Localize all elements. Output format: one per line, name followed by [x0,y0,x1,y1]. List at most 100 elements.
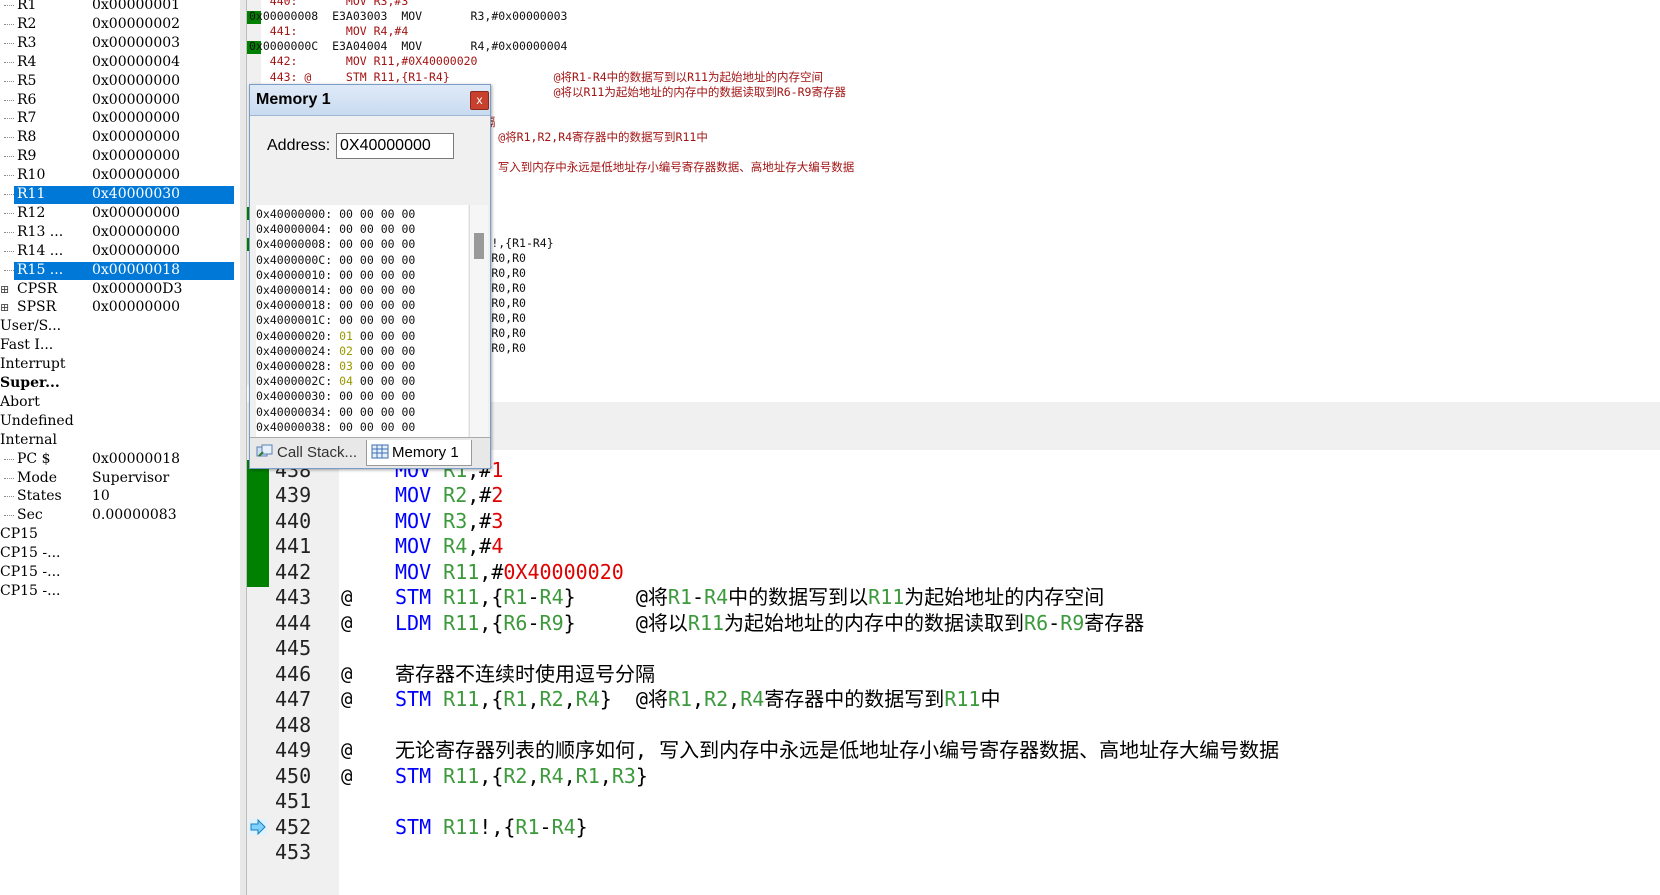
register-row[interactable]: R14 ... 0x00000000 [0,242,235,261]
memory-byte[interactable]: 00 [360,268,374,282]
memory-byte[interactable]: 00 [339,207,353,221]
register-row[interactable]: ⊞ SPSR 0x00000000 [0,298,235,317]
memory-byte[interactable]: 00 [381,344,395,358]
memory-byte[interactable]: 00 [381,420,395,434]
address-input[interactable]: 0X40000000 [336,133,454,159]
memory-byte[interactable]: 00 [339,283,353,297]
memory-byte[interactable]: 00 [402,253,416,267]
expand-icon[interactable]: ⊞ [0,280,9,299]
register-value[interactable]: 0x00000000 [92,128,180,147]
register-value[interactable]: 0x00000000 [92,204,180,223]
memory-byte[interactable]: 00 [360,329,374,343]
memory-byte[interactable]: 00 [339,405,353,419]
register-row[interactable]: R1 0x00000001 [0,0,235,15]
memory-byte[interactable]: 00 [360,313,374,327]
source-editor[interactable]: 4374384394404414424434444454464474484494… [247,450,1660,895]
memory-byte[interactable]: 00 [402,389,416,403]
memory-byte[interactable]: 00 [360,405,374,419]
memory-byte[interactable]: 00 [339,237,353,251]
memory-byte[interactable]: 00 [360,283,374,297]
code-line[interactable]: MOV R3,#3 [395,508,503,535]
memory-byte[interactable]: 00 [402,344,416,358]
code-line[interactable]: 寄存器不连续时使用逗号分隔 [395,661,655,688]
internal-row[interactable]: Sec 0.00000083 [0,506,235,525]
register-row[interactable]: R8 0x00000000 [0,128,235,147]
register-row[interactable]: ⊞ CPSR 0x000000D3 [0,280,235,299]
memory-byte[interactable]: 00 [381,283,395,297]
memory-byte[interactable]: 00 [402,313,416,327]
memory-byte[interactable]: 00 [402,374,416,388]
disassembly-line[interactable]: 442: MOV R11,#0X40000020 [249,54,478,70]
register-value[interactable]: 0x00000000 [92,242,180,261]
register-row[interactable]: R12 0x00000000 [0,204,235,223]
register-value[interactable]: 0x00000000 [92,91,180,110]
memory-byte[interactable]: 00 [402,237,416,251]
memory-window-titlebar[interactable]: Memory 1 x [250,85,490,116]
memory-byte[interactable]: 00 [381,374,395,388]
panel-splitter[interactable] [240,0,247,895]
memory-scroll-thumb[interactable] [474,233,484,259]
memory-byte[interactable]: 00 [339,420,353,434]
memory-byte[interactable]: 00 [381,329,395,343]
register-value[interactable]: 0x00000000 [92,147,180,166]
memory-byte[interactable]: 00 [339,268,353,282]
code-line[interactable]: STM R11,{R1-R4} @将R1-R4中的数据写到以R11为起始地址的内… [395,584,1104,611]
memory-row[interactable]: 0x4000002C: 04 00 00 00 [256,374,468,390]
register-row[interactable]: R7 0x00000000 [0,109,235,128]
disassembly-line[interactable]: 0x00000008 E3A03003 MOV R3,#0x00000003 [249,9,568,25]
register-value[interactable]: 0x00000000 [92,298,180,317]
memory-row[interactable]: 0x40000004: 00 00 00 00 [256,222,468,238]
internal-row[interactable]: States 10 [0,487,235,506]
memory-row[interactable]: 0x40000028: 03 00 00 00 [256,359,468,375]
internal-row[interactable]: PC $ 0x00000018 [0,450,235,469]
internal-row[interactable]: Mode Supervisor [0,469,235,488]
register-value[interactable]: 0x00000000 [92,223,180,242]
memory-byte[interactable]: 00 [339,389,353,403]
register-row[interactable]: R13 ... 0x00000000 [0,223,235,242]
disassembly-line[interactable]: 443: @ STM R11,{R1-R4} @将R1-R4中的数据写到以R11… [249,70,823,86]
memory-byte[interactable]: 00 [402,298,416,312]
memory-byte[interactable]: 00 [360,298,374,312]
register-row[interactable]: R15 ... 0x00000018 [0,261,235,280]
memory-byte[interactable]: 00 [360,344,374,358]
mode-group[interactable]: Super... [0,374,60,393]
memory-byte[interactable]: 02 [339,344,353,358]
memory-byte[interactable]: 00 [360,374,374,388]
memory-row[interactable]: 0x40000024: 02 00 00 00 [256,344,468,360]
memory-byte[interactable]: 03 [339,359,353,373]
cp15-group[interactable]: CP15 -... [0,544,60,563]
memory-row[interactable]: 0x4000000C: 00 00 00 00 [256,253,468,269]
memory-byte[interactable]: 00 [402,283,416,297]
memory-byte[interactable]: 00 [381,207,395,221]
memory-byte[interactable]: 00 [360,420,374,434]
memory-byte[interactable]: 00 [381,389,395,403]
memory-byte[interactable]: 00 [402,359,416,373]
memory-byte[interactable]: 00 [381,222,395,236]
register-value[interactable]: 0x00000018 [92,261,180,280]
memory-byte[interactable]: 00 [381,237,395,251]
disassembly-line[interactable]: 441: MOV R4,#4 [249,24,408,40]
memory-row[interactable]: 0x40000020: 01 00 00 00 [256,329,468,345]
memory-vscrollbar[interactable] [469,205,488,437]
memory-byte[interactable]: 00 [402,405,416,419]
memory-byte[interactable]: 00 [381,253,395,267]
register-row[interactable]: R2 0x00000002 [0,15,235,34]
mode-group[interactable]: Interrupt [0,355,65,374]
disassembly-line[interactable]: 0x0000000C E3A04004 MOV R4,#0x00000004 [249,39,568,55]
mode-group[interactable]: Abort [0,393,40,412]
memory-byte[interactable]: 00 [381,298,395,312]
memory-row[interactable]: 0x40000010: 00 00 00 00 [256,268,468,284]
memory-window[interactable]: Memory 1 x Address: 0X40000000 0x4000000… [249,84,491,469]
code-line[interactable]: 无论寄存器列表的顺序如何, 写入到内存中永远是低地址存小编号寄存器数据、高地址存… [395,737,1279,764]
memory-byte[interactable]: 00 [402,268,416,282]
cp15-group[interactable]: CP15 [0,525,38,544]
memory-byte[interactable]: 00 [402,420,416,434]
memory-byte[interactable]: 00 [339,298,353,312]
memory-byte[interactable]: 00 [402,222,416,236]
memory-row[interactable]: 0x40000000: 00 00 00 00 [256,207,468,223]
register-row[interactable]: R10 0x00000000 [0,166,235,185]
memory-byte[interactable]: 00 [381,268,395,282]
memory-byte[interactable]: 00 [381,405,395,419]
memory-row[interactable]: 0x40000018: 00 00 00 00 [256,298,468,314]
memory-row[interactable]: 0x40000034: 00 00 00 00 [256,405,468,421]
